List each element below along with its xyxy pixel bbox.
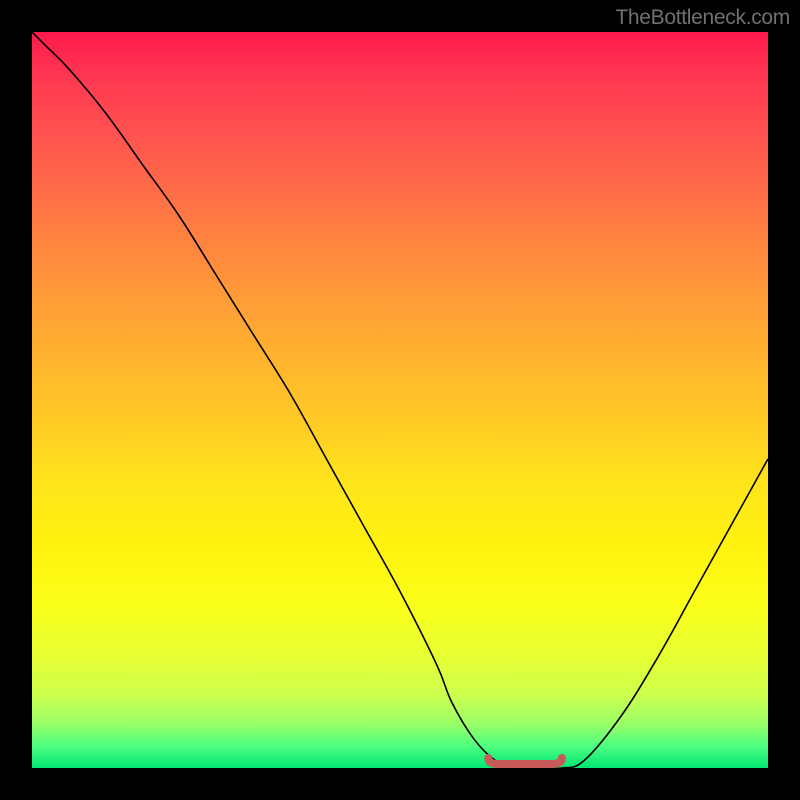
chart-svg <box>32 32 768 768</box>
chart-plot-area <box>32 32 768 768</box>
optimal-range-marker <box>488 758 562 764</box>
attribution-label: TheBottleneck.com <box>615 6 790 30</box>
bottleneck-curve <box>32 32 768 769</box>
